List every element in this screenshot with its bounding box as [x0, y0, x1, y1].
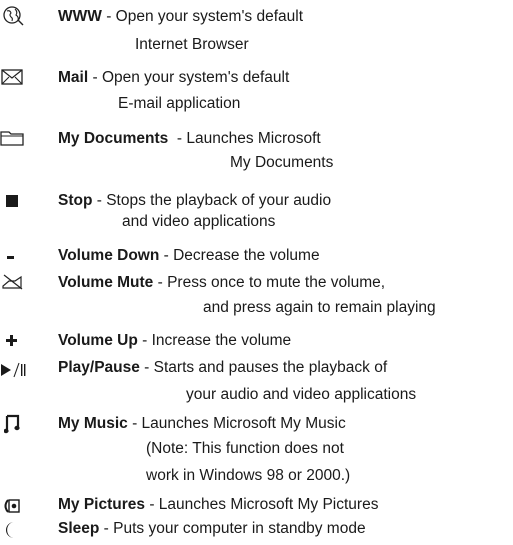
item-separator: -: [139, 359, 154, 376]
item-desc-cont: work in Windows 98 or 2000.): [146, 467, 351, 484]
item-separator: -: [159, 247, 174, 264]
item-name: My Pictures: [58, 496, 146, 513]
item-stop: Stop - Stops the playback of your audio: [58, 190, 331, 211]
item-name: My Documents: [58, 130, 169, 147]
item-sleep: Sleep - Puts your computer in standby mo…: [58, 518, 366, 539]
item-my-pictures: My Pictures - Launches Microsoft My Pict…: [58, 494, 378, 515]
moon-icon: [3, 520, 43, 544]
item-separator: -: [137, 332, 152, 349]
item-desc: Stops the playback of your audio: [106, 192, 332, 209]
item-name: Stop: [58, 192, 93, 209]
item-desc-cont: E-mail application: [118, 95, 241, 112]
pictures-icon: [2, 496, 42, 520]
item-desc-cont: My Documents: [230, 154, 334, 171]
item-desc: Launches Microsoft: [186, 130, 321, 147]
item-play-pause: Play/Pause - Starts and pauses the playb…: [58, 357, 387, 378]
item-separator: -: [88, 69, 102, 86]
item-name: Volume Down: [58, 247, 160, 264]
item-my-music: My Music - Launches Microsoft My Music: [58, 413, 346, 434]
plus-icon: [3, 330, 43, 354]
item-desc: Starts and pauses the playback of: [153, 359, 388, 376]
item-separator: -: [168, 130, 187, 147]
item-desc-cont: Internet Browser: [135, 36, 249, 53]
item-desc: Increase the volume: [151, 332, 292, 349]
item-www: WWW - Open your system's default: [58, 6, 303, 27]
item-desc: Launches Microsoft My Pictures: [158, 496, 379, 513]
item-desc: Puts your computer in standby mode: [113, 520, 366, 537]
item-desc-cont: your audio and video applications: [186, 386, 417, 403]
item-name: Sleep: [58, 520, 100, 537]
item-volume-down: Volume Down - Decrease the volume: [58, 245, 320, 266]
item-desc: Decrease the volume: [173, 247, 320, 264]
item-separator: -: [145, 496, 159, 513]
item-name: Play/Pause: [58, 359, 140, 376]
item-desc-cont: (Note: This function does not: [146, 440, 344, 457]
item-desc-cont: and video applications: [122, 213, 276, 230]
item-separator: -: [127, 415, 142, 432]
item-mail: Mail - Open your system's default: [58, 67, 289, 88]
item-desc: Press once to mute the volume,: [167, 274, 386, 291]
item-desc: Open your system's default: [101, 69, 290, 86]
folder-icon: [0, 129, 40, 153]
item-separator: -: [92, 192, 107, 209]
play-pause-icon: [0, 360, 40, 384]
music-note-icon: [4, 413, 44, 437]
item-separator: -: [153, 274, 168, 291]
stop-icon: [6, 192, 46, 216]
item-separator: -: [99, 520, 114, 537]
item-desc-cont: and press again to remain playing: [203, 299, 436, 316]
item-desc: Open your system's default: [115, 8, 303, 25]
minus-icon: [7, 248, 47, 272]
envelope-icon: [1, 68, 41, 92]
item-name: My Music: [58, 415, 128, 432]
item-desc: Launches Microsoft My Music: [141, 415, 346, 432]
item-name: Volume Up: [58, 332, 138, 349]
item-my-documents: My Documents - Launches Microsoft: [58, 128, 321, 149]
item-separator: -: [101, 8, 116, 25]
item-name: WWW: [58, 8, 102, 25]
globe-icon: [2, 5, 42, 29]
item-volume-up: Volume Up - Increase the volume: [58, 330, 291, 351]
item-name: Mail: [58, 69, 89, 86]
item-volume-mute: Volume Mute - Press once to mute the vol…: [58, 272, 385, 293]
mute-icon: [1, 272, 41, 296]
item-name: Volume Mute: [58, 274, 154, 291]
